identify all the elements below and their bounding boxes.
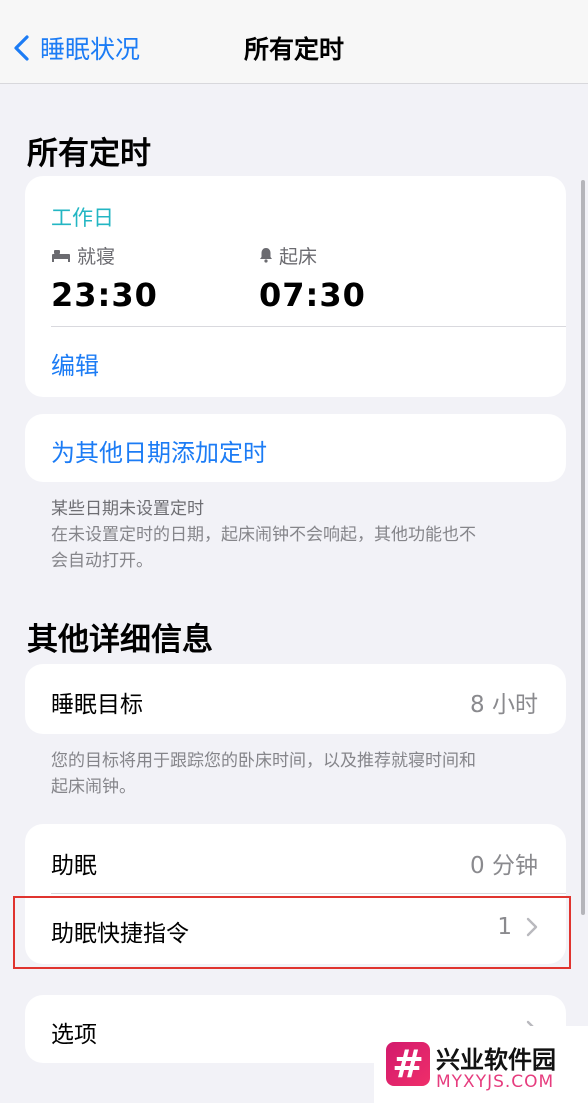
watermark-logo: # [386,1042,430,1086]
footnote-line: 起床闹钟。 [51,777,136,797]
watermark-name: 兴业软件园 [436,1046,556,1074]
bell-icon [260,248,272,263]
bedtime-block: 就寝 23:30 [51,242,158,315]
sleep-goal-row[interactable]: 睡眠目标 8 小时 [25,664,566,734]
bedtime-value: 23:30 [51,276,158,314]
sleep-goal-value: 8 小时 [470,692,538,718]
footnote-line: 在未设置定时的日期，起床闹钟不会响起，其他功能也不 [51,525,476,545]
add-schedule-card[interactable]: 为其他日期添加定时 [25,414,566,482]
sleep-goal-label: 睡眠目标 [51,692,143,718]
divider [51,326,566,327]
add-schedule-button[interactable]: 为其他日期添加定时 [51,433,267,468]
bedtime-label: 就寝 [77,245,116,268]
footnote-title: 某些日期未设置定时 [51,499,204,519]
schedule-days-label: 工作日 [51,206,114,230]
footnote-line: 您的目标将用于跟踪您的卧床时间，以及推荐就寝时间和 [51,751,476,771]
wake-value: 07:30 [259,276,366,314]
edit-schedule-link[interactable]: 编辑 [51,346,99,381]
wind-down-value: 0 分钟 [470,853,538,879]
wind-down-label: 助眠 [51,853,97,879]
watermark-domain: MYXYJS.COM [436,1072,555,1092]
divider [51,893,566,894]
bed-icon [52,250,70,262]
page-title: 所有定时 [243,35,344,64]
schedule-footnote: 某些日期未设置定时 在未设置定时的日期，起床闹钟不会响起，其他功能也不 会自动打… [51,496,551,574]
footnote-line: 会自动打开。 [51,551,153,571]
wake-caption: 起床 [259,242,366,268]
wake-block: 起床 07:30 [259,242,366,315]
goal-footnote: 您的目标将用于跟踪您的卧床时间，以及推荐就寝时间和 起床闹钟。 [51,748,551,800]
options-label: 选项 [51,1022,97,1048]
section-header-all-schedules: 所有定时 [27,136,151,172]
highlight-annotation [13,896,571,969]
wake-label: 起床 [279,245,318,268]
scrollbar[interactable] [581,180,585,915]
bedtime-caption: 就寝 [51,242,158,268]
watermark: # 兴业软件园 MYXYJS.COM [374,1026,588,1103]
section-header-other-details: 其他详细信息 [27,622,213,658]
navigation-bar: 睡眠状况 所有定时 [0,0,588,84]
schedule-card: 工作日 就寝 23:30 起床 07:30 编辑 [25,176,566,397]
